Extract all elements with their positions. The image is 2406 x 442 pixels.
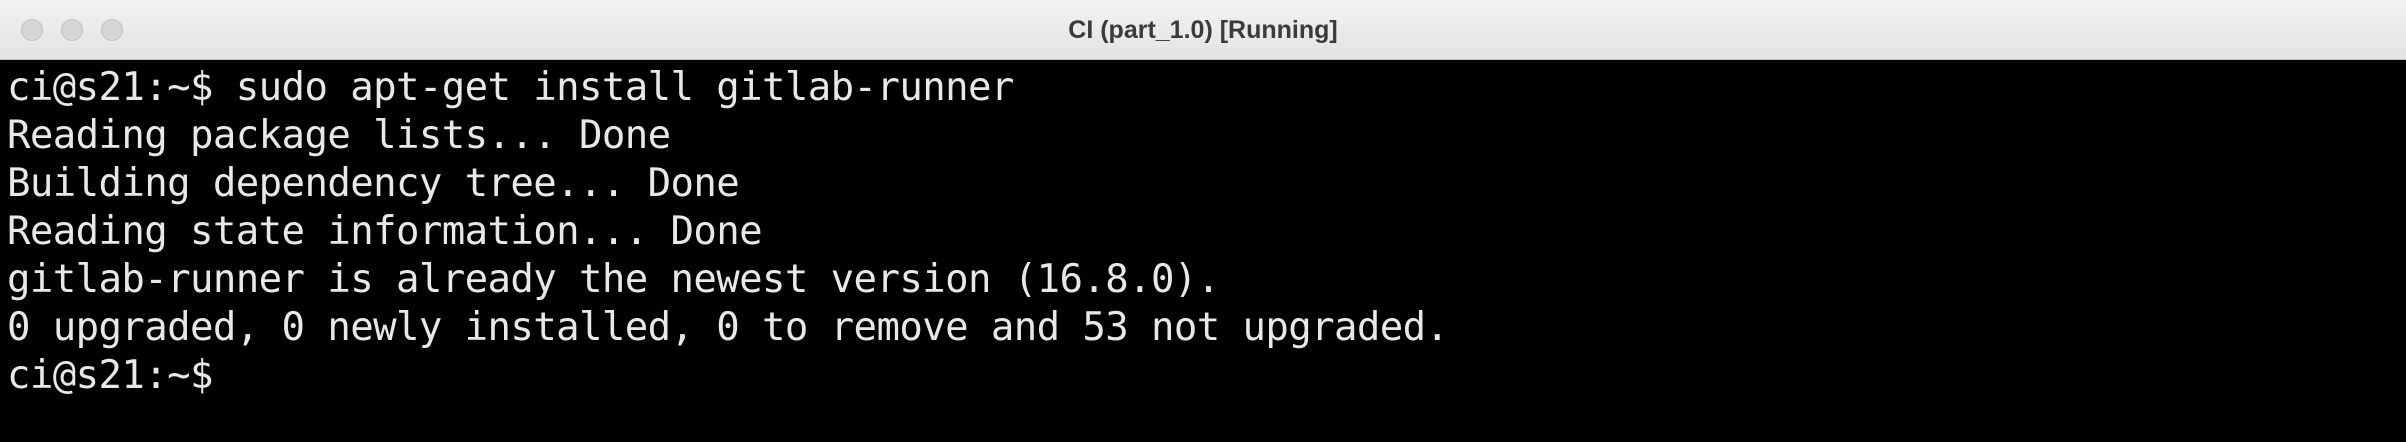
terminal-output-line: gitlab-runner is already the newest vers… — [7, 257, 1220, 302]
vm-window: CI (part_1.0) [Running] ci@s21:~$ sudo a… — [0, 0, 2406, 442]
terminal-output-line: 0 upgraded, 0 newly installed, 0 to remo… — [7, 305, 1449, 350]
terminal-output-line: Building dependency tree... Done — [7, 161, 740, 206]
terminal-output-line: Reading package lists... Done — [7, 113, 671, 158]
terminal-prompt-line[interactable]: ci@s21:~$ — [7, 352, 2406, 400]
window-titlebar[interactable]: CI (part_1.0) [Running] — [0, 0, 2406, 60]
window-title: CI (part_1.0) [Running] — [1068, 16, 1338, 44]
terminal-command-line: ci@s21:~$ sudo apt-get install gitlab-ru… — [7, 65, 1014, 110]
terminal-output-line: Reading state information... Done — [7, 209, 763, 254]
terminal-console[interactable]: ci@s21:~$ sudo apt-get install gitlab-ru… — [0, 60, 2406, 442]
